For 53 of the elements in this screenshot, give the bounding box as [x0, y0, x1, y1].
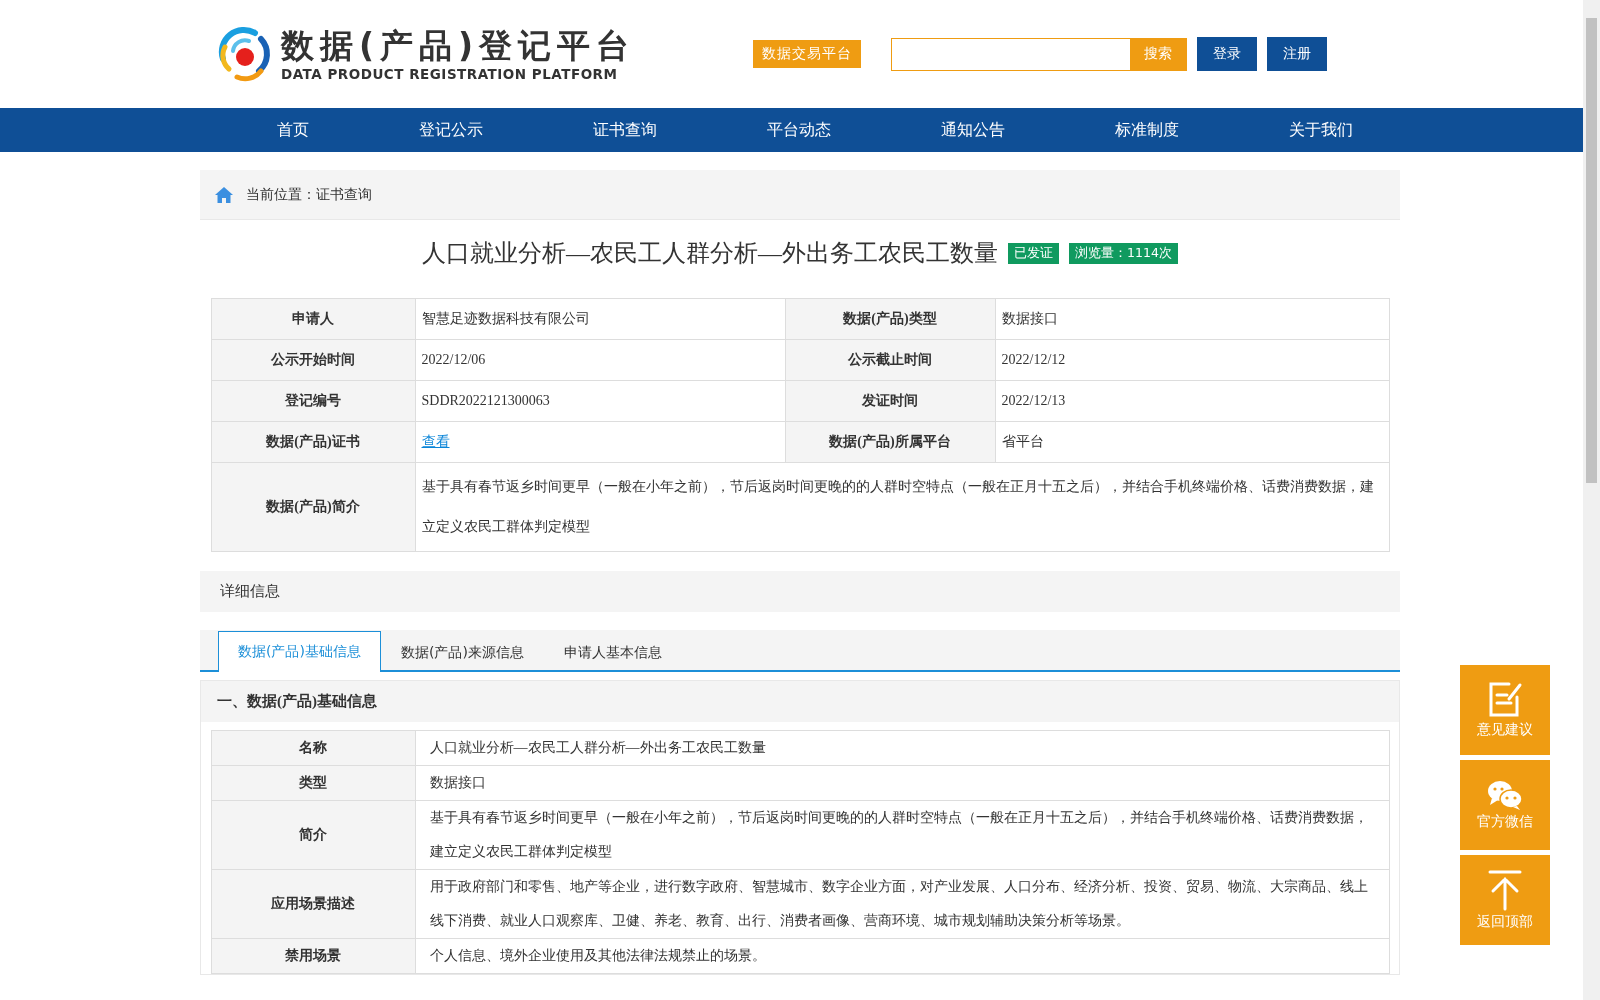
table-cell: 数据接口: [995, 298, 1389, 340]
nav-link[interactable]: 首页: [265, 119, 321, 141]
table-label-cell: 数据(产品)所属平台: [785, 421, 995, 463]
status-badge: 已发证: [1008, 242, 1060, 264]
view-certificate-link[interactable]: 查看: [421, 434, 450, 449]
table-cell: 基于具有春节返乡时间更早（一般在小年之前），节后返岗时间更晚的的人群时空特点（一般在正月十五之后），并结合手机终端价格、话费消费数据，建立定义农民工群体判定模型: [415, 800, 1389, 870]
table-label-cell: 公示开始时间: [211, 339, 415, 381]
table-cell: 省平台: [995, 421, 1389, 463]
table-cell: 2022/12/06: [415, 339, 785, 381]
header-button[interactable]: 注册: [1267, 37, 1328, 71]
tab[interactable]: 申请人基本信息: [543, 633, 682, 672]
table-cell: 用于政府部门和零售、地产等企业，进行数字政府、智慧城市、数字企业方面，对产业发展、人口分布、经济分析、投资、贸易、物流、大宗商品、线上线下消费、就业人口观察库、卫健、养老、教育、出行、消费者画像、营商环境、城市规划辅助决策分析等场景。: [415, 869, 1389, 939]
view-count-badge: 浏览量：1114次: [1069, 242, 1178, 264]
table-cell: 个人信息、境外企业使用及其他法律法规禁止的场景。: [415, 938, 1389, 974]
logo-subtitle: DATA PRODUCT REGISTRATION PLATFORM: [281, 66, 619, 82]
table-label-cell: 简介: [211, 800, 415, 870]
back-to-top-icon: [1487, 869, 1523, 911]
table-label-cell: 数据(产品)简介: [211, 462, 415, 552]
table-label-cell: 应用场景描述: [211, 869, 415, 939]
logo-title: 数据(产品)登记平台: [281, 26, 636, 66]
table-cell: 基于具有春节返乡时间更早（一般在小年之前），节后返岗时间更晚的的人群时空特点（一般在正月十五之后），并结合手机终端价格、话费消费数据，建立定义农民工群体判定模型: [415, 462, 1389, 552]
header-button[interactable]: 登录: [1197, 37, 1258, 71]
nav-link[interactable]: 标准制度: [1103, 119, 1191, 141]
table-label-cell: 类型: [211, 765, 415, 801]
section-title: 一、数据(产品)基础信息: [201, 681, 1399, 722]
chat-bubbles-icon: [1487, 779, 1523, 811]
table-cell: 智慧足迹数据科技有限公司: [415, 298, 785, 340]
nav-link[interactable]: 通知公告: [929, 119, 1017, 141]
table-label-cell: 数据(产品)证书: [211, 421, 415, 463]
nav-link[interactable]: 平台动态: [755, 119, 843, 141]
table-cell: 人口就业分析—农民工人群分析—外出务工农民工数量: [415, 730, 1389, 766]
table-cell: 数据接口: [415, 765, 1389, 801]
table-label-cell: 禁用场景: [211, 938, 415, 974]
table-label-cell: 发证时间: [785, 380, 995, 422]
nav-link[interactable]: 证书查询: [581, 119, 669, 141]
tab[interactable]: 数据(产品)基础信息: [218, 631, 381, 672]
table-label-cell: 公示截止时间: [785, 339, 995, 381]
table-label-cell: 登记编号: [211, 380, 415, 422]
table-label-cell: 申请人: [211, 298, 415, 340]
table-cell: SDDR2022121300063: [415, 380, 785, 422]
table-label-cell: 名称: [211, 730, 415, 766]
nav-link[interactable]: 登记公示: [407, 119, 495, 141]
section-heading: 详细信息: [200, 571, 1400, 612]
nav-link[interactable]: 关于我们: [1277, 119, 1365, 141]
home-icon[interactable]: [214, 185, 234, 204]
tab[interactable]: 数据(产品)来源信息: [380, 633, 544, 672]
edit-note-icon: [1487, 681, 1523, 719]
table-cell: 2022/12/13: [995, 380, 1389, 422]
product-title: 人口就业分析—农民工人群分析—外出务工农民工数量: [422, 239, 999, 268]
scrollbar-thumb[interactable]: [1586, 18, 1597, 483]
table-label-cell: 数据(产品)类型: [785, 298, 995, 340]
table-cell: 2022/12/12: [995, 339, 1389, 381]
breadcrumb-text: 当前位置：证书查询: [246, 185, 372, 204]
